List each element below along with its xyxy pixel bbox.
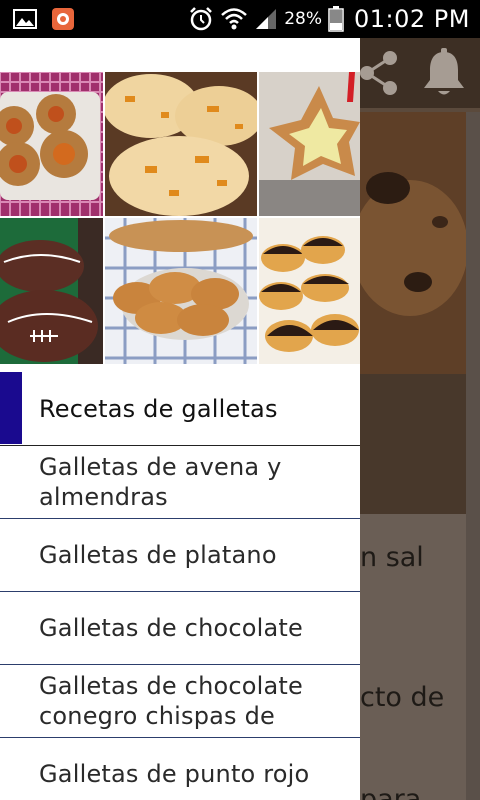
active-indicator	[0, 372, 22, 444]
cookie-photo-orange	[105, 72, 257, 216]
menu-item-label: Galletas de avena y almendras	[39, 453, 282, 511]
image-notification-icon	[13, 9, 37, 29]
recipe-hero-image	[360, 112, 466, 374]
status-bar: 28% 01:02 PM	[0, 0, 480, 38]
content-text-fragment: para	[360, 784, 422, 800]
cookie-photo-chocolate-dipped	[259, 218, 360, 364]
app-notification-icon	[52, 8, 74, 30]
drawer-menu: Recetas de galletas Galletas de avena y …	[0, 372, 360, 800]
signal-icon	[256, 9, 277, 29]
menu-item-avena-almendras[interactable]: Galletas de avena y almendras	[0, 446, 360, 519]
content-text-fragment: cto de	[360, 682, 445, 713]
bell-icon[interactable]	[420, 48, 468, 98]
wifi-icon	[221, 8, 248, 30]
menu-item-label: Galletas de chocolate	[39, 614, 304, 642]
alarm-icon	[190, 7, 213, 31]
menu-item-label: Galletas de punto rojo	[39, 760, 310, 788]
cookie-photo-ginger	[105, 218, 257, 364]
menu-item-chocolate-chispas[interactable]: Galletas de chocolate conegro chispas de	[0, 665, 360, 738]
drawer-header-collage	[0, 72, 360, 364]
battery-percentage: 28%	[284, 9, 323, 29]
menu-item-label: Recetas de galletas	[39, 394, 278, 423]
scrollbar[interactable]	[466, 112, 480, 800]
cookie-photo-star	[259, 72, 360, 216]
menu-item-platano[interactable]: Galletas de platano	[0, 519, 360, 592]
menu-item-label: Galletas de chocolate conegro chispas de	[39, 672, 304, 730]
cookie-photo-thumbprint	[0, 72, 103, 216]
cookie-photo-football	[0, 218, 103, 364]
battery-icon	[328, 6, 344, 32]
clock: 01:02 PM	[354, 5, 470, 33]
menu-item-punto-rojo[interactable]: Galletas de punto rojo	[0, 738, 360, 800]
recipe-title-panel	[360, 374, 466, 514]
share-icon[interactable]	[358, 49, 402, 97]
menu-item-chocolate[interactable]: Galletas de chocolate	[0, 592, 360, 665]
content-text-fragment: n sal	[360, 542, 424, 573]
menu-item-label: Galletas de platano	[39, 541, 277, 569]
navigation-drawer: Recetas de galletas Galletas de avena y …	[0, 38, 360, 800]
menu-item-recetas-de-galletas[interactable]: Recetas de galletas	[0, 372, 360, 446]
